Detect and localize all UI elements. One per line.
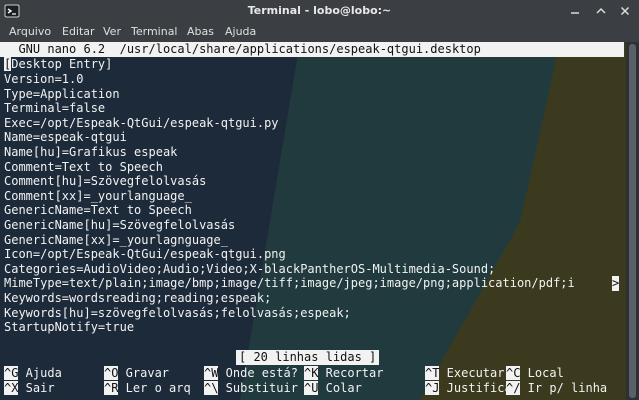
editor-line[interactable]: Exec=/opt/Espeak-QtGui/espeak-qtgui.py [4,116,279,131]
editor-line[interactable]: GenericName[xx]=_yourlagnguage_ [4,233,228,248]
shortcut-key: ^X [4,381,19,395]
menu-arquivo[interactable]: Arquivo [9,25,51,38]
shortcut-item[interactable]: ^G Ajuda [4,366,62,381]
shortcut-key: ^R [104,381,119,395]
menu-ver[interactable]: Ver [103,25,121,38]
editor-line[interactable]: Terminal=false [4,101,105,116]
menu-ajuda[interactable]: Ajuda [225,25,256,38]
shortcut-item[interactable]: ^K Recortar [304,366,383,381]
shortcut-item[interactable]: ^U Colar [304,381,362,396]
shortcut-key: ^W [204,366,219,380]
shortcut-label: Gravar [118,366,170,380]
shortcut-item[interactable]: ^T Executar [425,366,504,381]
shortcut-key: ^K [304,366,319,380]
editor-line[interactable]: GenericName[hu]=Szövegfelolvasás [4,218,235,233]
shortcut-key: ^T [425,366,440,380]
shortcut-label: Executar [439,366,505,380]
editor-line[interactable]: Icon=/opt/Espeak-QtGui/espeak-qtgui.png [4,247,286,262]
scrollbar-thumb[interactable] [629,44,636,398]
editor-line[interactable]: Comment[hu]=Szövegfelolvasás [4,174,206,189]
title-bar[interactable]: Terminal - lobo@lobo:~ [0,0,639,22]
editor-line[interactable]: Comment[xx]=_yourlanguage_ [4,189,192,204]
shortcut-label: Substituir [218,381,298,395]
editor-line[interactable]: Keywords=wordsreading;reading;espeak; [4,291,271,306]
shortcut-label: Colar [318,381,362,395]
shortcut-label: Local [520,366,564,380]
scrollbar[interactable] [626,42,639,400]
shortcut-key: ^J [425,381,440,395]
shortcut-key: ^C [506,366,521,380]
shortcut-label: Recortar [318,366,384,380]
menu-abas[interactable]: Abas [187,25,214,38]
terminal-area[interactable]: GNU nano 6.2 /usr/local/share/applicatio… [0,42,639,400]
editor-line[interactable]: Version=1.0 [4,72,83,87]
editor-line[interactable]: StartupNotify=true [4,320,134,335]
shortcut-key: ^O [104,366,119,380]
menu-bar: Arquivo Editar Ver Terminal Abas Ajuda [0,22,639,42]
editor-line[interactable]: Keywords[hu]=szövegfelolvasás;felolvasás… [4,306,351,321]
editor-line[interactable]: Name=espeak-qtgui [4,130,127,145]
shortcut-item[interactable]: ^\ Substituir [204,381,298,396]
editor-line[interactable]: Name[hu]=Grafikus espeak [4,145,177,160]
line-overflow-marker: > [612,276,620,291]
nano-version: GNU nano 6.2 [18,42,106,56]
close-icon[interactable] [617,3,633,19]
editor-line[interactable]: MimeType=text/plain;image/bmp;image/tiff… [4,276,575,291]
shortcut-item[interactable]: ^X Sair [4,381,55,396]
shortcut-key: ^\ [204,381,219,395]
status-message: [ 20 linhas lidas ] [236,350,380,365]
shortcut-item[interactable]: ^/ Ir p/ linha [506,381,607,396]
shortcut-key: ^G [4,366,19,380]
editor-line[interactable]: Type=Application [4,87,120,102]
shortcut-label: Sair [18,381,55,395]
file-path: /usr/local/share/applications/espeak-qtg… [119,42,481,56]
editor-line[interactable]: Categories=AudioVideo;Audio;Video;X-blac… [4,262,495,277]
editor-line[interactable]: GenericName=Text to Speech [4,203,192,218]
shortcut-item[interactable]: ^J Justificar [425,381,519,396]
shortcut-key: ^/ [506,381,521,395]
menu-editar[interactable]: Editar [62,25,95,38]
editor-line[interactable]: [Desktop Entry] [4,57,112,72]
shortcut-key: ^U [304,381,319,395]
shortcut-item[interactable]: ^C Local [506,366,564,381]
shortcut-item[interactable]: ^W Onde está? [204,366,298,381]
shortcut-label: Ler o arq [118,381,191,395]
terminal-window: Terminal - lobo@lobo:~ Arquivo Editar Ve… [0,0,639,400]
editor-line[interactable]: Comment=Text to Speech [4,160,163,175]
maximize-icon[interactable] [593,3,609,19]
shortcut-label: Onde está? [218,366,298,380]
shortcut-item[interactable]: ^O Gravar [104,366,169,381]
shortcut-label: Ir p/ linha [520,381,608,395]
window-title: Terminal - lobo@lobo:~ [247,4,392,17]
nano-header: GNU nano 6.2 /usr/local/share/applicatio… [0,42,624,57]
shortcut-label: Ajuda [18,366,62,380]
shortcut-item[interactable]: ^R Ler o arq [104,381,191,396]
minimize-icon[interactable] [567,3,583,19]
menu-terminal[interactable]: Terminal [131,25,178,38]
